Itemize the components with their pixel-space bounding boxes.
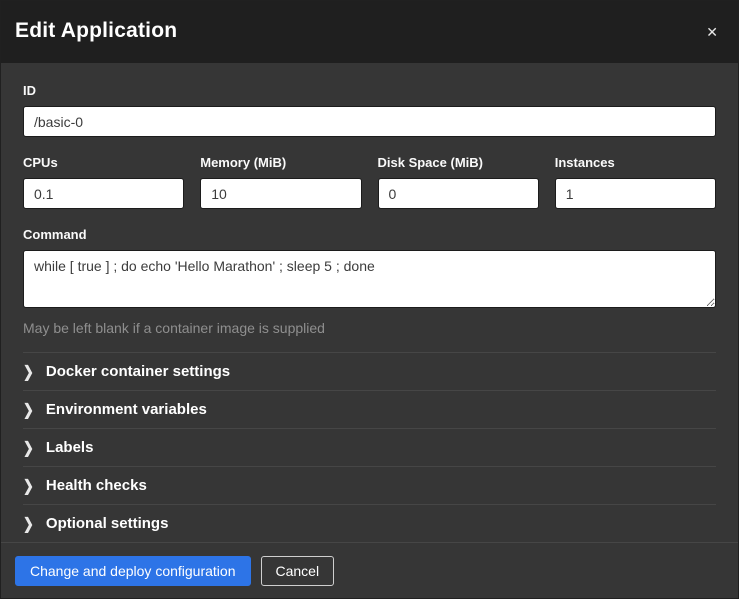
instances-field-group: Instances [555,155,716,209]
instances-input[interactable] [555,178,716,209]
cpus-input[interactable] [23,178,184,209]
id-input[interactable] [23,106,716,137]
section-health-checks[interactable]: ❯ Health checks [23,466,716,504]
id-field-group: ID [23,83,716,137]
cpus-label: CPUs [23,155,184,170]
chevron-right-icon: ❯ [23,402,34,418]
section-docker-container-settings[interactable]: ❯ Docker container settings [23,352,716,390]
section-labels[interactable]: ❯ Labels [23,428,716,466]
chevron-right-icon: ❯ [23,478,34,494]
command-textarea[interactable]: while [ true ] ; do echo 'Hello Marathon… [23,250,716,308]
section-label: Labels [46,439,94,456]
command-help-text: May be left blank if a container image i… [23,320,716,336]
command-field-group: Command while [ true ] ; do echo 'Hello … [23,227,716,336]
disk-label: Disk Space (MiB) [378,155,539,170]
section-environment-variables[interactable]: ❯ Environment variables [23,390,716,428]
section-label: Docker container settings [46,363,230,380]
section-label: Health checks [46,477,147,494]
modal-body: ID CPUs Memory (MiB) Disk Space (MiB) In… [1,63,738,542]
chevron-right-icon: ❯ [23,364,34,380]
close-button[interactable]: ✕ [702,21,722,43]
section-label: Optional settings [46,515,169,532]
disk-input[interactable] [378,178,539,209]
modal-header: Edit Application ✕ [1,1,738,63]
section-label: Environment variables [46,401,207,418]
memory-field-group: Memory (MiB) [200,155,361,209]
modal-footer: Change and deploy configuration Cancel [1,542,738,599]
memory-input[interactable] [200,178,361,209]
close-icon: ✕ [706,24,718,40]
section-optional-settings[interactable]: ❯ Optional settings [23,504,716,542]
id-label: ID [23,83,716,98]
edit-application-modal: Edit Application ✕ ID CPUs Memory (MiB) … [0,0,739,599]
chevron-right-icon: ❯ [23,440,34,456]
resources-row: CPUs Memory (MiB) Disk Space (MiB) Insta… [23,155,716,209]
change-and-deploy-button[interactable]: Change and deploy configuration [15,556,251,586]
instances-label: Instances [555,155,716,170]
disk-field-group: Disk Space (MiB) [378,155,539,209]
cpus-field-group: CPUs [23,155,184,209]
page-title: Edit Application [15,19,177,43]
collapsible-sections: ❯ Docker container settings ❯ Environmen… [23,352,716,542]
cancel-button[interactable]: Cancel [261,556,335,586]
chevron-right-icon: ❯ [23,516,34,532]
command-label: Command [23,227,716,242]
memory-label: Memory (MiB) [200,155,361,170]
